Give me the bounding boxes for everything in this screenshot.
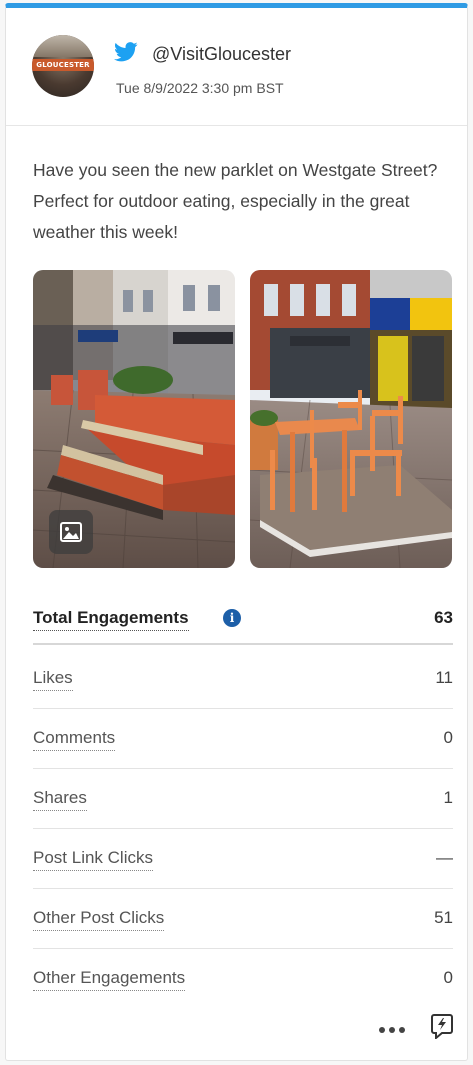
- image-icon: [60, 522, 82, 542]
- metric-label[interactable]: Shares: [33, 787, 87, 811]
- metric-value: 51: [434, 908, 453, 927]
- metric-value: 1: [443, 788, 453, 807]
- metric-row-post-link-clicks: Post Link Clicks —: [33, 829, 453, 889]
- twitter-icon: [114, 42, 138, 62]
- metric-label[interactable]: Other Engagements: [33, 967, 186, 991]
- avatar[interactable]: GLOUCESTER: [32, 35, 94, 97]
- metric-row-other-post-clicks: Other Post Clicks 51: [33, 889, 453, 949]
- metric-row-likes: Likes 11: [33, 649, 453, 709]
- metric-row-other-engagements: Other Engagements 0: [33, 949, 453, 1009]
- post-header: GLOUCESTER @VisitGloucester Tue 8/9/2022…: [6, 8, 467, 126]
- metric-label[interactable]: Post Link Clicks: [33, 847, 153, 871]
- metric-row-comments: Comments 0: [33, 709, 453, 769]
- post-text: Have you seen the new parklet on Westgat…: [33, 160, 438, 242]
- post-card: GLOUCESTER @VisitGloucester Tue 8/9/2022…: [5, 3, 468, 1061]
- metric-label[interactable]: Comments: [33, 727, 116, 751]
- account-handle[interactable]: @VisitGloucester: [152, 43, 291, 65]
- metric-label[interactable]: Total Engagements: [33, 607, 189, 631]
- quick-action-icon[interactable]: [430, 1013, 454, 1039]
- avatar-logo-text: GLOUCESTER: [36, 61, 90, 69]
- post-timestamp: Tue 8/9/2022 3:30 pm BST: [116, 80, 284, 96]
- metric-row-shares: Shares 1: [33, 769, 453, 829]
- post-photo-left[interactable]: [33, 270, 235, 568]
- info-icon[interactable]: i: [223, 609, 241, 627]
- metric-label[interactable]: Other Post Clicks: [33, 907, 165, 931]
- parklet-seating-photo: [250, 270, 452, 568]
- metric-row-total-engagements: Total Engagements i 63: [33, 593, 453, 645]
- metric-value: 0: [443, 728, 453, 747]
- metric-value: 11: [435, 668, 453, 687]
- metric-value: 0: [443, 968, 453, 987]
- post-photo-right[interactable]: [250, 270, 452, 568]
- more-options-icon[interactable]: [379, 1021, 405, 1037]
- image-badge: [49, 510, 93, 554]
- metric-label[interactable]: Likes: [33, 667, 73, 691]
- avatar-sky: [32, 35, 94, 57]
- metric-value: 63: [434, 608, 453, 627]
- metric-value: —: [436, 848, 453, 867]
